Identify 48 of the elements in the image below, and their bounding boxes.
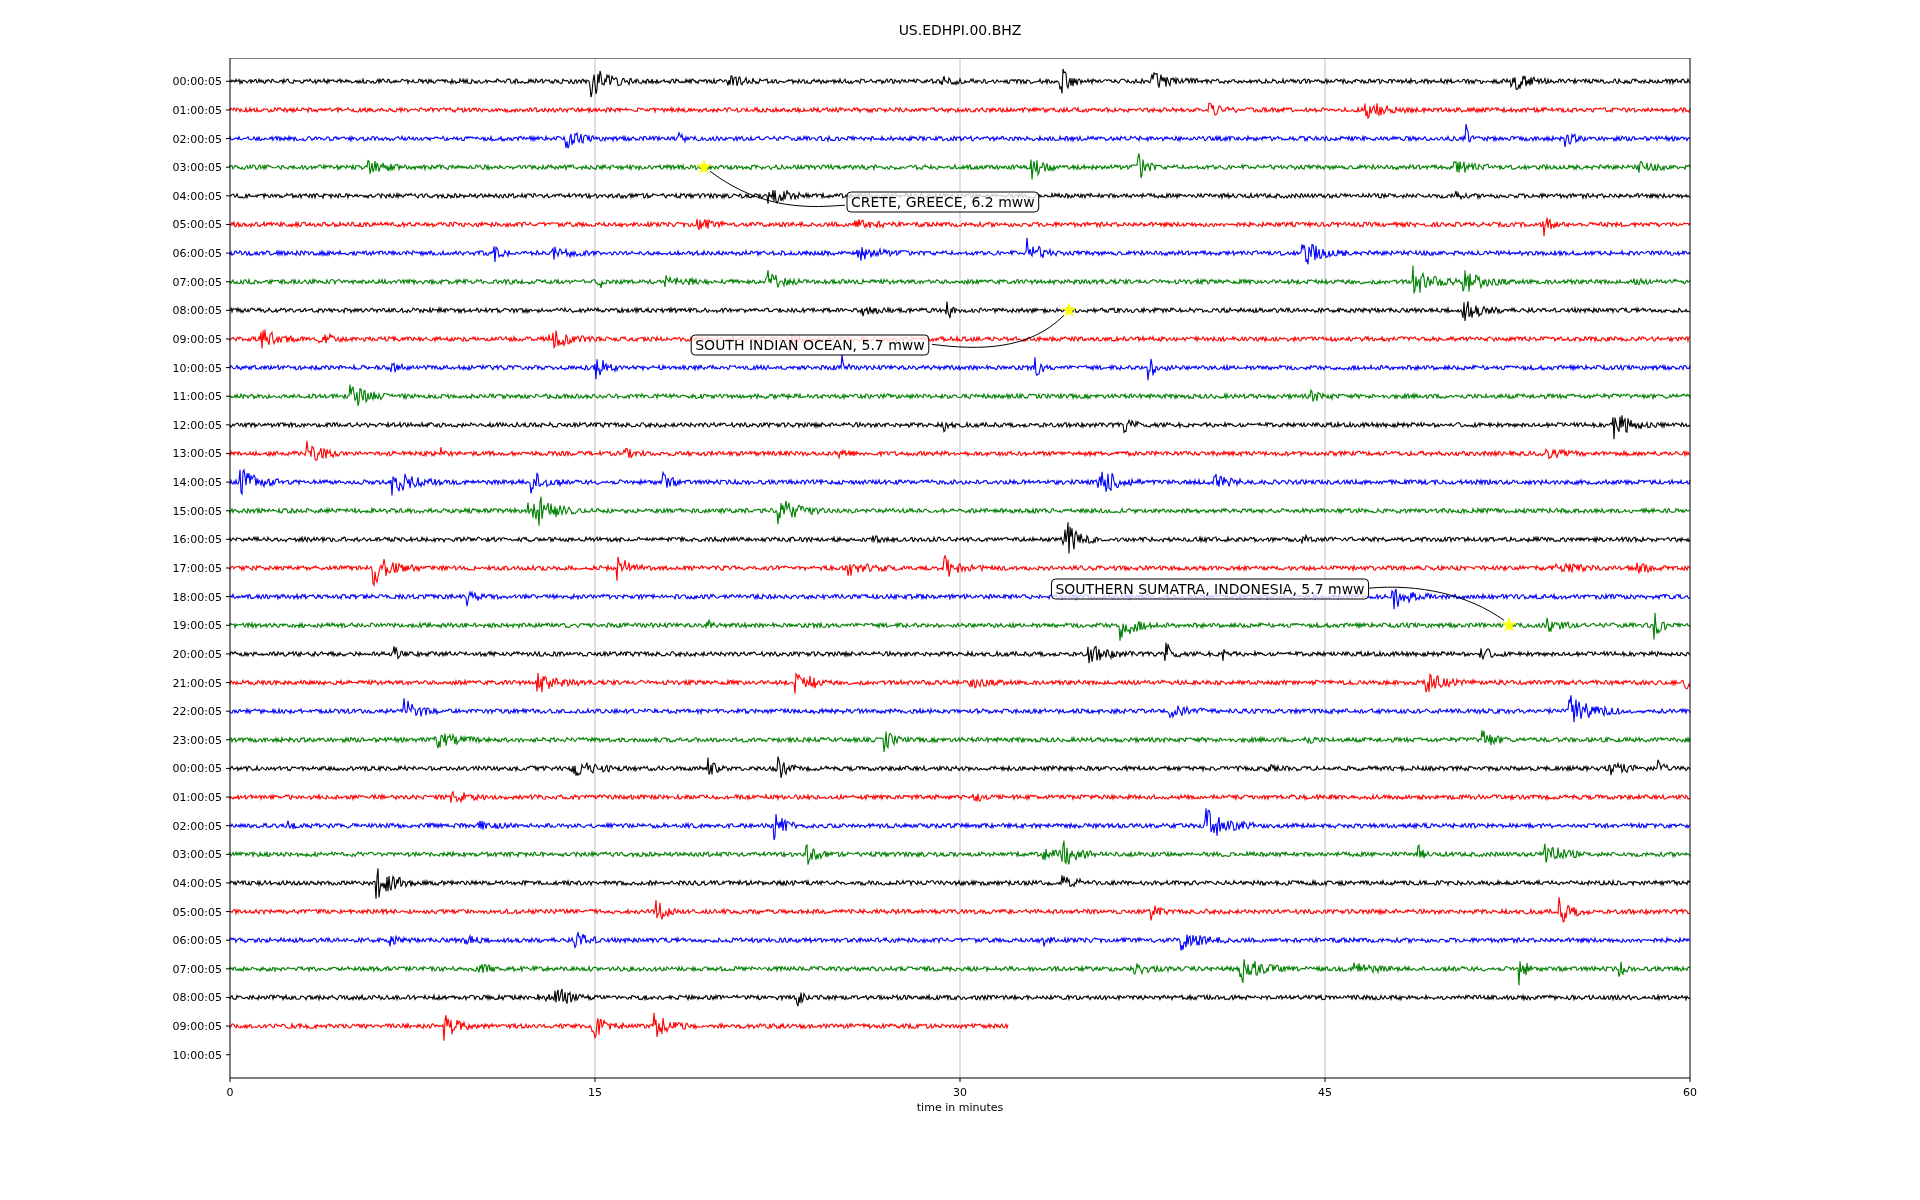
- tick-label: 12:00:05: [172, 418, 222, 432]
- event-star-icon: [1501, 617, 1517, 632]
- tick-label: 01:00:05: [172, 791, 222, 805]
- tick-label: 02:00:05: [172, 819, 222, 833]
- tick-label: 0: [226, 1086, 234, 1099]
- tick-label: 06:00:05: [172, 934, 222, 948]
- tick-label: 04:00:05: [172, 189, 222, 203]
- tick-label: 01:00:05: [172, 103, 222, 117]
- tick-label: 05:00:05: [172, 905, 222, 919]
- tick-label: 18:00:05: [172, 590, 222, 604]
- plot-title: US.EDHPI.00.BHZ: [898, 23, 1022, 37]
- tick-label: 60: [1683, 1086, 1697, 1099]
- tick-label: 07:00:05: [172, 275, 222, 289]
- tick-label: 08:00:05: [172, 991, 222, 1005]
- axis-label: time in minutes: [916, 1101, 1004, 1114]
- tick-label: 03:00:05: [172, 848, 222, 862]
- tick-label: 00:00:05: [172, 762, 222, 776]
- tick-label: 30: [953, 1086, 967, 1099]
- tick-label: 15: [588, 1086, 602, 1099]
- event-star-icon: [696, 159, 712, 174]
- tick-label: 00:00:05: [172, 75, 222, 89]
- tick-label: 08:00:05: [172, 304, 222, 318]
- tick-label: 15:00:05: [172, 504, 222, 518]
- tick-label: 11:00:05: [172, 390, 222, 404]
- tick-label: 21:00:05: [172, 676, 222, 690]
- tick-label: 45: [1318, 1086, 1332, 1099]
- tick-label: 06:00:05: [172, 247, 222, 261]
- tick-label: 23:00:05: [172, 733, 222, 747]
- tick-label: 09:00:05: [172, 332, 222, 346]
- tick-label: 10:00:05: [172, 361, 222, 375]
- event-star-icon: [1061, 302, 1077, 317]
- tick-label: 19:00:05: [172, 619, 222, 633]
- tick-label: 10:00:05: [172, 1048, 222, 1062]
- tick-label: 17:00:05: [172, 562, 222, 575]
- tick-label: 04:00:05: [172, 876, 222, 890]
- tick-label: 20:00:05: [172, 647, 222, 661]
- event-label: SOUTH INDIAN OCEAN, 5.7 mww: [690, 334, 930, 356]
- tick-label: 05:00:05: [172, 218, 222, 232]
- tick-label: 16:00:05: [172, 533, 222, 547]
- tick-label: 07:00:05: [172, 962, 222, 976]
- tick-label: 14:00:05: [172, 476, 222, 490]
- event-label: SOUTHERN SUMATRA, INDONESIA, 5.7 mww: [1050, 578, 1370, 600]
- event-label: CRETE, GREECE, 6.2 mww: [846, 191, 1040, 213]
- tick-label: 13:00:05: [172, 447, 222, 461]
- tick-label: 22:00:05: [172, 705, 222, 719]
- tick-label: 03:00:05: [172, 161, 222, 175]
- tick-label: 02:00:05: [172, 132, 222, 146]
- tick-label: 09:00:05: [172, 1020, 222, 1034]
